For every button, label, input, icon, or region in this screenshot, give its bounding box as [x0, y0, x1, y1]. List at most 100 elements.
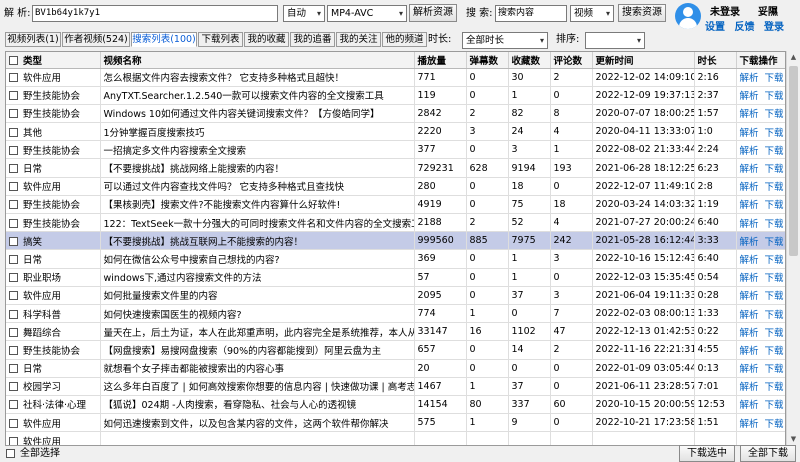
table-row[interactable]: 野生技能协会 【网盘搜索】易搜网盘搜索（90%的内容都能搜到）阿里云盘为主 657 0…: [6, 340, 785, 360]
download-link[interactable]: 下载: [765, 382, 784, 393]
row-checkbox[interactable]: [9, 182, 18, 192]
format-select[interactable]: MP4-AVC ▾: [327, 5, 407, 22]
download-link[interactable]: 下载: [765, 200, 784, 211]
row-checkbox[interactable]: [9, 200, 18, 210]
download-link[interactable]: 下载: [765, 128, 784, 139]
parse-link[interactable]: 解析: [740, 146, 759, 157]
search-button[interactable]: 搜索资源: [618, 4, 666, 22]
login-link[interactable]: 登录: [764, 22, 784, 33]
row-checkbox[interactable]: [9, 254, 18, 264]
parse-link[interactable]: 解析: [740, 109, 759, 120]
download-link[interactable]: 下载: [765, 146, 784, 157]
header-updated[interactable]: 更新时间: [592, 52, 695, 69]
vertical-scrollbar[interactable]: ▲ ▼: [786, 51, 799, 446]
table-row[interactable]: 其他 1分钟掌握百度搜索技巧 2220 3 24 4 2020-04-11 13:33:07…: [6, 122, 785, 142]
row-checkbox[interactable]: [9, 345, 18, 355]
download-selected-button[interactable]: 下载选中: [679, 445, 735, 462]
table-row[interactable]: 软件应用 如何迅速搜索到文件，以及包含某内容的文件，这两个软件帮你解决 575 1 9 0…: [6, 413, 785, 433]
download-link[interactable]: 下载: [765, 219, 784, 230]
row-checkbox[interactable]: [9, 327, 18, 337]
row-checkbox[interactable]: [9, 91, 18, 101]
parse-link[interactable]: 解析: [740, 91, 759, 102]
table-row[interactable]: 科学科普 如何快速搜索国医生的视频内容? 774 1 0 7 2022-02-03 08:0…: [6, 304, 785, 324]
mode-select[interactable]: 自动 ▾: [283, 5, 325, 22]
parse-link[interactable]: 解析: [740, 164, 759, 175]
download-link[interactable]: 下载: [765, 255, 784, 266]
download-link[interactable]: 下载: [765, 400, 784, 411]
parse-link[interactable]: 解析: [740, 200, 759, 211]
select-all-checkbox[interactable]: [6, 449, 15, 458]
table-row[interactable]: 软件应用 如何批量搜索文件里的内容 2095 0 37 3 2021-06-04 19:11…: [6, 286, 785, 305]
parse-link[interactable]: 解析: [740, 382, 759, 393]
download-link[interactable]: 下载: [765, 182, 784, 193]
tab-my-favorites[interactable]: 我的收藏: [244, 32, 289, 47]
table-row[interactable]: 日常 如何在微信公众号中搜索自己想找的内容? 369 0 1 3 2022-10-16 15…: [6, 249, 785, 269]
parse-link[interactable]: 解析: [740, 273, 759, 284]
download-link[interactable]: 下载: [765, 291, 784, 302]
parse-link[interactable]: 解析: [740, 310, 759, 321]
parse-link[interactable]: 解析: [740, 73, 759, 84]
table-row[interactable]: 校园学习 这么多年白百度了 | 如何高效搜索你想要的信息内容 | 快速做功课 | …: [6, 377, 785, 396]
search-input[interactable]: 搜索内容: [495, 5, 567, 22]
search-scope-select[interactable]: 视频 ▾: [570, 5, 614, 22]
tab-download-list[interactable]: 下载列表: [198, 32, 243, 47]
download-link[interactable]: 下载: [765, 328, 784, 339]
table-row[interactable]: 软件应用 怎么根据文件内容去搜索文件？ 它支持多种格式且超快！ 771 0 30 2 202…: [6, 68, 785, 87]
row-checkbox[interactable]: [9, 109, 18, 119]
header-danmaku[interactable]: 弹幕数: [466, 52, 509, 69]
download-link[interactable]: 下载: [765, 419, 784, 430]
avatar-icon[interactable]: [675, 3, 701, 29]
sort-select[interactable]: ▾: [585, 32, 645, 49]
parse-link[interactable]: 解析: [740, 237, 759, 248]
row-checkbox[interactable]: [9, 382, 18, 392]
table-row[interactable]: 舞蹈综合 量天在上，后土为证，本人在此郑重声明，此内容完全是系统推荐，本人从来没有…: [6, 322, 785, 342]
download-link[interactable]: 下载: [765, 237, 784, 248]
row-checkbox[interactable]: [9, 291, 18, 301]
tab-author-videos[interactable]: 作者视频(524): [62, 32, 130, 47]
parse-link[interactable]: 解析: [740, 328, 759, 339]
duration-select[interactable]: 全部时长 ▾: [462, 32, 548, 49]
row-checkbox[interactable]: [9, 400, 18, 410]
header-favorites[interactable]: 收藏数: [508, 52, 551, 69]
parse-button[interactable]: 解析资源: [409, 4, 457, 22]
row-checkbox[interactable]: [9, 436, 18, 445]
download-link[interactable]: 下载: [765, 109, 784, 120]
parse-link[interactable]: 解析: [740, 255, 759, 266]
row-checkbox[interactable]: [9, 418, 18, 428]
parse-link[interactable]: 解析: [740, 364, 759, 375]
tab-their-channel[interactable]: 他的频道: [382, 32, 427, 47]
row-checkbox[interactable]: [9, 218, 18, 228]
url-input[interactable]: BV1b64y1k7y1: [32, 5, 278, 22]
header-comments[interactable]: 评论数: [550, 52, 593, 69]
parse-link[interactable]: 解析: [740, 346, 759, 357]
tab-video-list[interactable]: 视频列表(1): [5, 32, 61, 47]
row-checkbox[interactable]: [9, 164, 18, 174]
table-row[interactable]: 软件应用: [6, 431, 785, 445]
download-link[interactable]: 下载: [765, 273, 784, 284]
download-link[interactable]: 下载: [765, 73, 784, 84]
row-checkbox[interactable]: [9, 145, 18, 155]
table-row[interactable]: 日常 就想看个女子摔击都能被搜索出的内容心事 20 0 0 0 2022-01-09 03:…: [6, 359, 785, 378]
download-all-button[interactable]: 全部下载: [740, 445, 796, 462]
row-checkbox[interactable]: [9, 273, 18, 283]
tab-search-list[interactable]: 搜索列表(100): [131, 32, 197, 47]
table-row[interactable]: 社科·法律·心理 【狐说】024期 -人肉搜索，看穿隐私、社会与人心的透视镜 141…: [6, 395, 785, 415]
table-row[interactable]: 搞笑 【不要搜挑战】挑战互联网上不能搜索的内容！ 999560 885 7975 242 2…: [6, 231, 785, 251]
parse-link[interactable]: 解析: [740, 291, 759, 302]
table-row[interactable]: 野生技能协会 Windows 10如何通过文件内容关键词搜索文件？【方俊皓同学】 2…: [6, 104, 785, 124]
scroll-up-icon[interactable]: ▲: [787, 51, 800, 64]
table-row[interactable]: 野生技能协会 AnyTXT.Searcher.1.2.540一款可以搜索文件内容的…: [6, 86, 785, 105]
table-row[interactable]: 职业职场 windows下,通过内容搜索文件的方法 57 0 1 0 2022-12-03 …: [6, 268, 785, 287]
table-row[interactable]: 野生技能协会 【果核剥壳】搜索文件?不能搜索文件内容算什么好软件! 4919 0 75 1…: [6, 195, 785, 215]
settings-link[interactable]: 设置: [705, 22, 725, 33]
row-checkbox[interactable]: [9, 364, 18, 374]
table-row[interactable]: 野生技能协会 122：TextSeek一款十分强大的可同时搜索文件名和文件内容的全…: [6, 213, 785, 233]
row-checkbox[interactable]: [9, 73, 18, 83]
header-checkbox[interactable]: [9, 55, 18, 65]
header-plays[interactable]: 播放量: [414, 52, 467, 69]
scroll-thumb[interactable]: [789, 66, 798, 256]
download-link[interactable]: 下载: [765, 346, 784, 357]
header-title[interactable]: 视频名称: [100, 52, 415, 69]
row-checkbox[interactable]: [9, 309, 18, 319]
feedback-link[interactable]: 反馈: [734, 22, 754, 33]
